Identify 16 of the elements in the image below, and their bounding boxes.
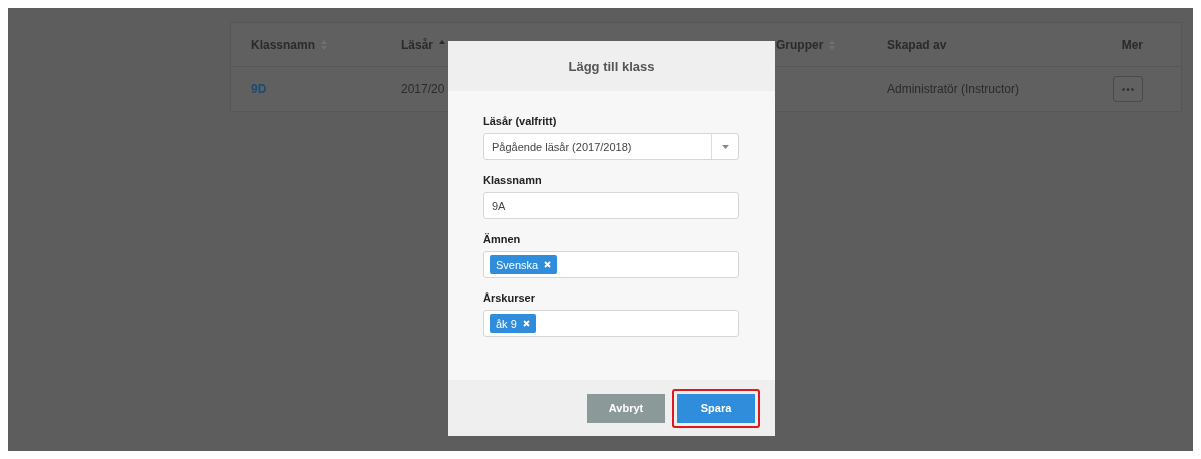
close-icon[interactable] bbox=[522, 320, 530, 327]
field-label: Årskurser bbox=[483, 292, 536, 304]
caret-icon bbox=[721, 144, 729, 149]
dialog-title: Lägg till klass bbox=[568, 58, 655, 74]
save-button[interactable]: Spara bbox=[672, 388, 760, 428]
field-label: Läsår (valfritt) bbox=[483, 115, 558, 127]
tag-input-field[interactable]: Svenska bbox=[483, 251, 739, 278]
select-field[interactable]: Pågående läsår (2017/2018) bbox=[483, 133, 739, 160]
field-label: Klassnamn bbox=[483, 174, 543, 186]
tag: åk 9 bbox=[490, 314, 536, 333]
tag-input-field[interactable]: åk 9 bbox=[483, 310, 739, 337]
close-icon[interactable] bbox=[544, 261, 552, 268]
field-label: Ämnen bbox=[483, 233, 522, 245]
input-field[interactable]: 9A bbox=[483, 192, 739, 219]
more-icon bbox=[1122, 87, 1134, 91]
tag: Svenska bbox=[490, 255, 558, 274]
